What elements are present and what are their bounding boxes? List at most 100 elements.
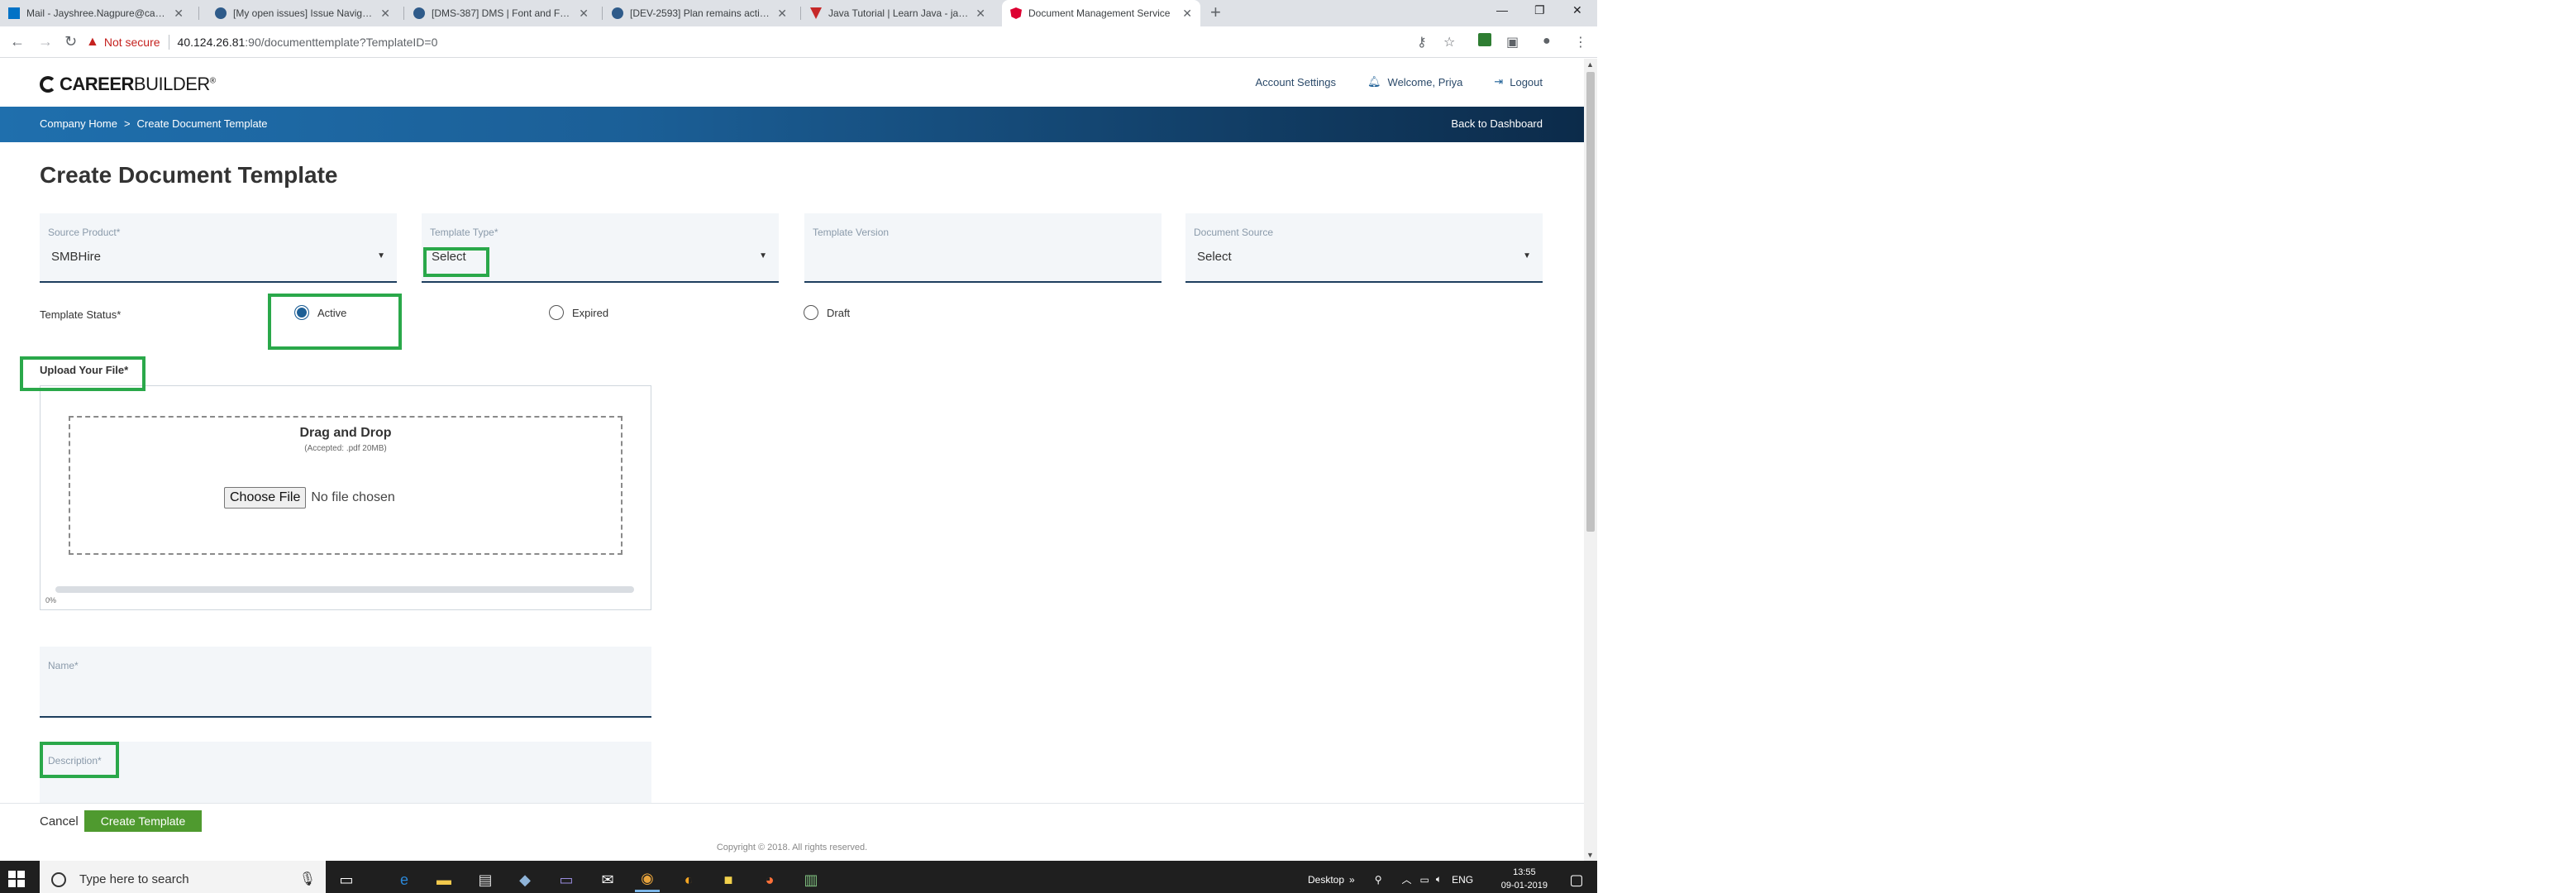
close-icon[interactable]: ✕ (777, 7, 787, 21)
page-scrollbar[interactable]: ▲ ▼ (1584, 59, 1597, 861)
careerbuilder-logo[interactable]: CAREERBUILDER® (40, 74, 216, 95)
choose-file-button[interactable]: Choose File (224, 487, 307, 509)
key-icon[interactable]: ⚷ (1417, 34, 1427, 50)
scroll-up-icon[interactable]: ▲ (1586, 60, 1594, 69)
browser-tab-jira-dev2593[interactable]: [DEV-2593] Plan remains active f ✕ (603, 0, 795, 26)
back-arrow-icon[interactable]: ← (10, 33, 25, 50)
logout-text: Logout (1510, 75, 1543, 88)
dropdown-caret-icon: ▼ (1523, 251, 1531, 260)
language-indicator[interactable]: ENG (1452, 874, 1473, 886)
field-label: Template Type* (430, 227, 499, 238)
minimize-icon[interactable]: — (1496, 3, 1508, 17)
logout-icon: ⇥ (1494, 75, 1504, 88)
breadcrumb-home[interactable]: Company Home (40, 117, 117, 130)
windows-start-icon[interactable] (8, 871, 25, 887)
tab-title: [My open issues] Issue Navigato (233, 7, 374, 19)
account-settings-link[interactable]: Account Settings (1255, 76, 1336, 88)
star-icon[interactable]: ☆ (1443, 34, 1455, 50)
page-title: Create Document Template (40, 162, 338, 188)
close-icon[interactable]: ✕ (174, 7, 184, 21)
browser-tab-mail[interactable]: Mail - Jayshree.Nagpure@caree ✕ (0, 0, 192, 26)
outlook-icon (8, 7, 20, 19)
document-source-select[interactable]: Document Source Select ▼ (1185, 213, 1543, 283)
new-tab-button[interactable]: + (1210, 2, 1221, 23)
file-input[interactable]: Choose File No file chosen (224, 487, 395, 509)
file-explorer-icon[interactable]: ▬ (432, 867, 456, 892)
upload-card: Drag and Drop (Accepted: .pdf 20MB) Choo… (40, 385, 651, 610)
close-icon[interactable]: ✕ (976, 7, 985, 21)
browser-tab-jira-issues[interactable]: [My open issues] Issue Navigato ✕ (207, 0, 398, 26)
logout-link[interactable]: ⇥ Logout (1494, 75, 1543, 88)
notifications-icon[interactable]: ▢ (1564, 867, 1589, 892)
taskbar-search-input[interactable]: Type here to search 🎙︎ (40, 861, 326, 893)
restore-icon[interactable]: ❐ (1534, 3, 1545, 17)
extension-sheets-icon[interactable] (1478, 33, 1491, 46)
source-product-select[interactable]: Source Product* SMBHire ▼ (40, 213, 397, 283)
desktop-toolbar-label[interactable]: Desktop (1308, 874, 1344, 886)
app-icon[interactable]: ▭ (554, 867, 579, 892)
browser-tab-document-management[interactable]: Document Management Service ✕ (1002, 0, 1200, 26)
caret-up-icon[interactable]: ︿ (1402, 872, 1412, 886)
close-icon[interactable]: ✕ (380, 7, 390, 21)
welcome-text: Welcome, Priya (1387, 75, 1463, 88)
status-radio-expired[interactable]: Expired (549, 305, 608, 320)
status-radio-draft[interactable]: Draft (804, 305, 850, 320)
volume-icon[interactable]: 🔈︎ (1436, 873, 1442, 886)
bell-icon: 🔔︎ (1367, 75, 1381, 88)
field-label: Name* (48, 660, 79, 671)
highlight-box-active (268, 294, 402, 350)
create-template-button[interactable]: Create Template (84, 810, 202, 832)
drag-drop-zone[interactable]: Drag and Drop (Accepted: .pdf 20MB) Choo… (69, 416, 623, 555)
radio-button[interactable] (549, 305, 564, 320)
close-icon[interactable]: ✕ (1182, 7, 1192, 21)
tab-separator (403, 7, 404, 20)
edge-icon[interactable]: e (392, 867, 417, 892)
highlight-box-upload (20, 356, 145, 391)
app-icon[interactable]: ▥ (799, 867, 823, 892)
close-icon[interactable]: ✕ (579, 7, 589, 21)
network-icon[interactable]: ▭ (1420, 874, 1429, 886)
browser-tab-java-tutorial[interactable]: Java Tutorial | Learn Java - javat ✕ (802, 0, 994, 26)
mail-icon[interactable]: ✉ (595, 867, 620, 892)
field-label: Source Product* (48, 227, 121, 238)
taskbar-clock[interactable]: 13:55 09-01-2019 (1501, 866, 1548, 892)
firefox-icon[interactable]: ◕ (757, 867, 782, 892)
profile-icon[interactable]: ● (1543, 34, 1551, 49)
address-bar[interactable]: ▲ Not secure 40.124.26.81 :90/documentte… (86, 31, 437, 54)
scroll-down-icon[interactable]: ▼ (1586, 851, 1594, 859)
task-view-icon[interactable]: ▭ (334, 867, 359, 892)
template-version-input[interactable]: Template Version (804, 213, 1162, 283)
name-input[interactable]: Name* (40, 647, 651, 718)
microphone-icon[interactable]: 🎙︎ (299, 871, 316, 887)
logo-mark-icon (40, 76, 56, 93)
browser-tab-jira-dms387[interactable]: [DMS-387] DMS | Font and Fontf ✕ (405, 0, 597, 26)
javatpoint-icon (810, 7, 822, 19)
highlight-box-description (40, 742, 119, 778)
chevron-icon[interactable]: » (1349, 874, 1355, 886)
app-icon[interactable]: ◆ (513, 867, 537, 892)
welcome-user[interactable]: 🔔︎ Welcome, Priya (1367, 75, 1462, 88)
tab-separator (602, 7, 603, 20)
tab-title: Mail - Jayshree.Nagpure@caree (26, 7, 168, 19)
breadcrumb-current: Create Document Template (136, 117, 268, 130)
back-to-dashboard-link[interactable]: Back to Dashboard (1451, 117, 1543, 130)
browser-tab-strip: Mail - Jayshree.Nagpure@caree ✕ [My open… (0, 0, 1597, 26)
menu-icon[interactable]: ⋮ (1574, 34, 1587, 50)
header-links: Account Settings 🔔︎ Welcome, Priya ⇥ Log… (1224, 75, 1543, 88)
sticky-notes-icon[interactable]: ■ (716, 867, 741, 892)
system-tray: Desktop » ⚲ ︿ ▭ 🔈︎ ENG (1308, 861, 1473, 893)
window-close-icon[interactable]: ✕ (1572, 3, 1582, 17)
store-icon[interactable]: ▤ (473, 867, 498, 892)
cancel-button[interactable]: Cancel (40, 814, 79, 829)
copyright-text: Copyright © 2018. All rights reserved. (716, 843, 868, 852)
reload-icon[interactable]: ↻ (64, 33, 77, 50)
radio-button[interactable] (804, 305, 818, 320)
network-user-icon[interactable]: ⚲ (1375, 874, 1382, 886)
scrollbar-thumb[interactable] (1586, 72, 1595, 532)
camera-icon[interactable]: ▣ (1506, 34, 1519, 50)
url-path: :90/documenttemplate?TemplateID=0 (245, 36, 438, 49)
forward-arrow-icon[interactable]: → (38, 33, 53, 50)
chrome-icon[interactable]: ◉ (635, 867, 660, 892)
field-value: Select (1197, 250, 1232, 264)
app-icon[interactable]: ◐ (676, 867, 701, 892)
